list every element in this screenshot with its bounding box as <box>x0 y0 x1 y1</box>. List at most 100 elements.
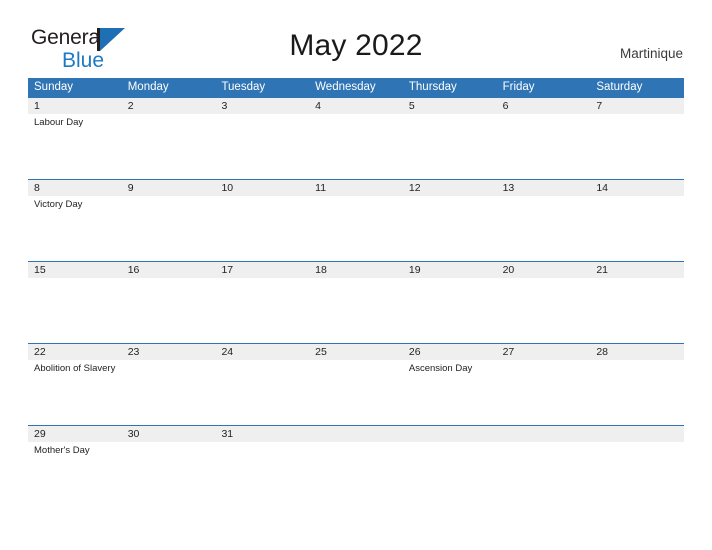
day-event[interactable]: Abolition of Slavery <box>28 360 122 425</box>
day-event[interactable] <box>215 278 309 343</box>
day-number[interactable]: 24 <box>215 344 309 360</box>
week-day-events: Victory Day <box>28 196 684 261</box>
day-number[interactable]: 26 <box>403 344 497 360</box>
day-number[interactable]: 17 <box>215 262 309 278</box>
day-number[interactable]: 14 <box>590 180 684 196</box>
weekday-header-sunday: Sunday <box>34 81 74 93</box>
event-label: Mother's Day <box>34 445 90 456</box>
day-number[interactable]: 19 <box>403 262 497 278</box>
day-event-empty <box>590 442 684 507</box>
day-event[interactable] <box>590 278 684 343</box>
page-header: General Blue May 2022 Martinique <box>0 0 712 71</box>
day-number[interactable]: 8 <box>28 180 122 196</box>
week-day-numbers: 29 30 31 <box>28 426 684 442</box>
day-number[interactable]: 15 <box>28 262 122 278</box>
location-label: Martinique <box>619 46 683 61</box>
week-row: 22 23 24 25 26 27 28 Abolition of Slaver… <box>28 343 684 425</box>
day-number[interactable]: 20 <box>497 262 591 278</box>
day-number-empty <box>309 426 403 442</box>
day-event[interactable] <box>590 360 684 425</box>
day-number[interactable]: 2 <box>122 98 216 114</box>
day-event[interactable] <box>309 114 403 179</box>
day-event[interactable]: Victory Day <box>28 196 122 261</box>
weekday-header-row: Sunday Monday Tuesday Wednesday Thursday… <box>28 78 684 97</box>
day-number[interactable]: 9 <box>122 180 216 196</box>
day-event[interactable] <box>122 442 216 507</box>
day-number[interactable]: 12 <box>403 180 497 196</box>
day-event[interactable] <box>309 360 403 425</box>
day-number[interactable]: 31 <box>215 426 309 442</box>
week-day-events: Mother's Day <box>28 442 684 507</box>
day-event[interactable]: Labour Day <box>28 114 122 179</box>
day-number[interactable]: 18 <box>309 262 403 278</box>
day-number[interactable]: 5 <box>403 98 497 114</box>
day-number-empty <box>590 426 684 442</box>
day-number[interactable]: 1 <box>28 98 122 114</box>
week-row: 29 30 31 Mother's Day <box>28 425 684 507</box>
day-number[interactable]: 11 <box>309 180 403 196</box>
day-number[interactable]: 25 <box>309 344 403 360</box>
day-event[interactable] <box>215 360 309 425</box>
week-row: 1 2 3 4 5 6 7 Labour Day <box>28 97 684 179</box>
day-number[interactable]: 6 <box>497 98 591 114</box>
day-number-empty <box>497 426 591 442</box>
weekday-header-thursday: Thursday <box>408 81 457 93</box>
week-day-events: Abolition of Slavery Ascension Day <box>28 360 684 425</box>
day-number[interactable]: 23 <box>122 344 216 360</box>
weekday-header-saturday: Saturday <box>596 81 643 93</box>
day-number[interactable]: 28 <box>590 344 684 360</box>
weekday-header-tuesday: Tuesday <box>221 81 266 93</box>
day-event[interactable] <box>403 278 497 343</box>
day-event[interactable] <box>215 442 309 507</box>
day-event[interactable] <box>122 278 216 343</box>
day-event[interactable] <box>122 196 216 261</box>
day-event[interactable] <box>28 278 122 343</box>
weekday-header-friday: Friday <box>502 81 535 93</box>
day-event[interactable] <box>215 114 309 179</box>
event-label: Victory Day <box>34 199 83 210</box>
day-event[interactable]: Mother's Day <box>28 442 122 507</box>
day-event[interactable] <box>309 278 403 343</box>
calendar-page: General Blue May 2022 Martinique Sunday … <box>0 0 712 550</box>
event-label: Labour Day <box>34 117 84 128</box>
day-event[interactable] <box>403 114 497 179</box>
week-day-numbers: 8 9 10 11 12 13 14 <box>28 180 684 196</box>
day-number[interactable]: 21 <box>590 262 684 278</box>
day-number[interactable]: 30 <box>122 426 216 442</box>
day-number[interactable]: 16 <box>122 262 216 278</box>
day-number[interactable]: 10 <box>215 180 309 196</box>
weekday-header-monday: Monday <box>127 81 169 93</box>
weekday-header-wednesday: Wednesday <box>315 81 376 93</box>
day-number[interactable]: 29 <box>28 426 122 442</box>
day-event[interactable]: Ascension Day <box>403 360 497 425</box>
calendar-table: Sunday Monday Tuesday Wednesday Thursday… <box>28 78 684 507</box>
day-event[interactable] <box>497 278 591 343</box>
day-number[interactable]: 7 <box>590 98 684 114</box>
day-event-empty <box>309 442 403 507</box>
week-day-numbers: 1 2 3 4 5 6 7 <box>28 98 684 114</box>
week-day-numbers: 22 23 24 25 26 27 28 <box>28 344 684 360</box>
day-event[interactable] <box>497 196 591 261</box>
day-number[interactable]: 3 <box>215 98 309 114</box>
day-event[interactable] <box>122 114 216 179</box>
day-number-empty <box>403 426 497 442</box>
day-event[interactable] <box>309 196 403 261</box>
week-day-numbers: 15 16 17 18 19 20 21 <box>28 262 684 278</box>
page-title: May 2022 <box>289 29 423 62</box>
day-number[interactable]: 22 <box>28 344 122 360</box>
day-event-empty <box>497 442 591 507</box>
day-event-empty <box>403 442 497 507</box>
day-number[interactable]: 4 <box>309 98 403 114</box>
day-number[interactable]: 13 <box>497 180 591 196</box>
day-event[interactable] <box>590 196 684 261</box>
day-event[interactable] <box>497 360 591 425</box>
week-row: 8 9 10 11 12 13 14 Victory Day <box>28 179 684 261</box>
day-event[interactable] <box>215 196 309 261</box>
day-event[interactable] <box>590 114 684 179</box>
event-label: Ascension Day <box>408 363 473 374</box>
day-event[interactable] <box>497 114 591 179</box>
day-number[interactable]: 27 <box>497 344 591 360</box>
week-day-events: Labour Day <box>28 114 684 179</box>
day-event[interactable] <box>122 360 216 425</box>
day-event[interactable] <box>403 196 497 261</box>
